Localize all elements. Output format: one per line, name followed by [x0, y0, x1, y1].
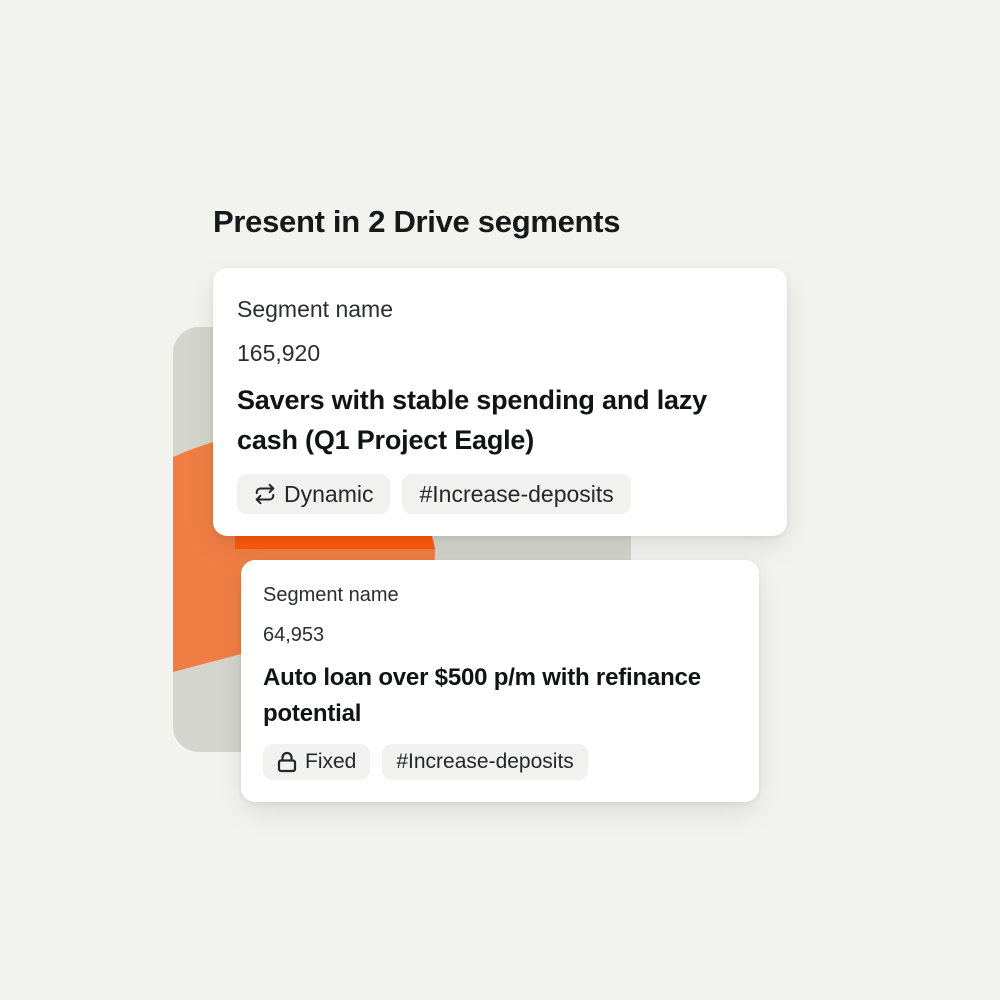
segment-type-label: Dynamic [284, 480, 374, 507]
segment-name-label: Segment name [263, 584, 399, 606]
segment-type-tag: Dynamic [237, 474, 391, 514]
segment-title: Auto loan over $500 p/m with refinance p… [263, 664, 701, 727]
segment-count: 64,953 [263, 624, 325, 646]
segment-hashtag: #Increase-deposits [402, 474, 631, 514]
segment-card[interactable]: Segment name 64,953 Auto loan over $500 … [241, 560, 759, 802]
segment-name-label: Segment name [237, 296, 393, 322]
segment-tags: Fixed #Increase-deposits [263, 744, 737, 780]
segment-card[interactable]: Segment name 165,920 Savers with stable … [213, 268, 787, 536]
segment-type-tag: Fixed [263, 744, 371, 780]
segment-count: 165,920 [237, 340, 321, 366]
segment-hashtag: #Increase-deposits [382, 744, 588, 780]
lock-icon [277, 751, 297, 773]
segment-tags: Dynamic #Increase-deposits [237, 474, 763, 514]
segment-type-label: Fixed [305, 750, 357, 773]
segment-title: Savers with stable spending and lazy cas… [237, 385, 707, 455]
page-title: Present in 2 Drive segments [213, 204, 621, 239]
repeat-arrows-icon [254, 483, 276, 505]
